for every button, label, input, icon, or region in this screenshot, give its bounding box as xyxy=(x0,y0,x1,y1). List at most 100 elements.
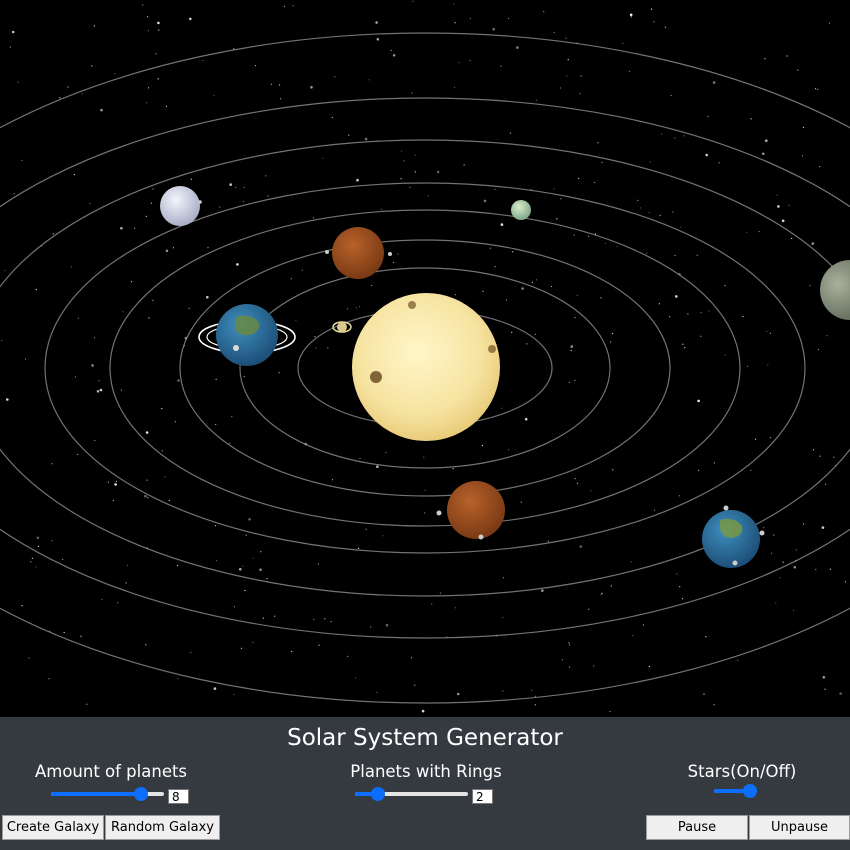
star-dot xyxy=(93,25,95,27)
star-dot xyxy=(365,528,367,530)
star-dot xyxy=(672,211,674,213)
star-dot xyxy=(11,30,15,34)
rings-slider[interactable] xyxy=(355,785,468,803)
star-dot xyxy=(612,332,614,335)
star-dot xyxy=(573,234,575,236)
star-dot xyxy=(781,219,785,223)
star-dot xyxy=(385,451,387,454)
star-dot xyxy=(580,75,582,77)
star-dot xyxy=(597,142,599,144)
planets-value[interactable]: 8 xyxy=(168,789,189,804)
star-dot xyxy=(242,200,244,203)
star-dot xyxy=(356,178,359,182)
star-dot xyxy=(679,586,681,588)
star-dot xyxy=(358,306,361,308)
star-dot xyxy=(609,710,611,713)
star-dot xyxy=(521,287,524,290)
star-dot xyxy=(500,65,502,67)
star-dot xyxy=(494,266,496,268)
star-dot xyxy=(802,126,805,128)
star-dot xyxy=(758,231,760,233)
star-dot xyxy=(31,557,33,560)
planet-small-green[interactable] xyxy=(511,200,531,220)
star-dot xyxy=(698,469,700,471)
star-dot xyxy=(260,551,262,553)
star-dot xyxy=(678,495,681,497)
planets-slider-thumb[interactable] xyxy=(134,787,149,801)
star-dot xyxy=(765,139,768,142)
star-dot xyxy=(500,223,504,226)
star-dot xyxy=(712,81,716,84)
star-dot xyxy=(94,439,96,442)
star-dot xyxy=(508,448,510,451)
star-dot xyxy=(74,376,76,378)
star-dot xyxy=(313,217,315,219)
star-dot xyxy=(814,88,817,90)
star-dot xyxy=(17,81,19,83)
star-dot xyxy=(505,299,508,301)
star-dot xyxy=(9,46,11,48)
star-dot xyxy=(492,27,496,31)
star-dot xyxy=(713,704,715,706)
star-dot xyxy=(290,278,292,280)
star-dot xyxy=(682,343,684,345)
star-dot xyxy=(494,188,496,190)
rings-slider-thumb[interactable] xyxy=(370,787,385,801)
star-dot xyxy=(648,211,650,213)
solar-system-view[interactable] xyxy=(0,0,850,718)
star-dot xyxy=(359,457,361,460)
star-dot xyxy=(536,99,538,101)
star-dot xyxy=(148,317,150,319)
star-dot xyxy=(410,657,412,659)
star-dot xyxy=(718,162,720,164)
star-dot xyxy=(742,315,744,318)
star-dot xyxy=(825,483,827,485)
planets-slider[interactable] xyxy=(51,785,164,803)
star-dot xyxy=(826,335,828,337)
star-dot xyxy=(664,26,667,28)
star-dot xyxy=(91,65,93,67)
star-dot xyxy=(150,202,152,204)
stars-toggle-slider[interactable] xyxy=(714,782,757,800)
star-dot xyxy=(707,115,709,117)
star-dot xyxy=(348,134,350,136)
star-dot xyxy=(436,170,440,174)
star-dot xyxy=(380,208,382,210)
unpause-button[interactable]: Unpause xyxy=(749,815,850,840)
create-galaxy-button[interactable]: Create Galaxy xyxy=(2,815,104,840)
star-dot xyxy=(821,526,825,529)
star-dot xyxy=(811,242,815,245)
star-dot xyxy=(567,59,569,61)
star-dot xyxy=(243,375,245,378)
star-dot xyxy=(675,295,678,298)
star-dot xyxy=(421,709,425,713)
star-dot xyxy=(683,135,685,137)
pause-button[interactable]: Pause xyxy=(646,815,748,840)
stars-toggle-thumb[interactable] xyxy=(743,784,757,798)
star-dot xyxy=(769,332,772,334)
star-dot xyxy=(370,626,372,628)
star-dot xyxy=(769,437,771,439)
star-dot xyxy=(610,585,612,587)
star-dot xyxy=(231,416,233,418)
star-dot xyxy=(766,330,768,332)
star-dot xyxy=(605,242,607,244)
star-dot xyxy=(541,589,544,592)
rings-value[interactable]: 2 xyxy=(472,789,493,804)
star-dot xyxy=(501,407,503,409)
star-dot xyxy=(376,691,378,694)
star-dot xyxy=(327,347,329,349)
star-dot xyxy=(551,285,553,288)
random-galaxy-button[interactable]: Random Galaxy xyxy=(105,815,220,840)
star-dot xyxy=(553,31,555,33)
star-dot xyxy=(653,21,655,23)
star-dot xyxy=(427,195,429,197)
star-dot xyxy=(452,468,454,470)
star-dot xyxy=(793,610,795,612)
star-dot xyxy=(775,602,777,604)
star-dot xyxy=(579,93,581,95)
star-dot xyxy=(174,421,176,423)
star-dot xyxy=(35,289,37,291)
star-dot xyxy=(809,285,811,287)
star-dot xyxy=(579,545,583,548)
